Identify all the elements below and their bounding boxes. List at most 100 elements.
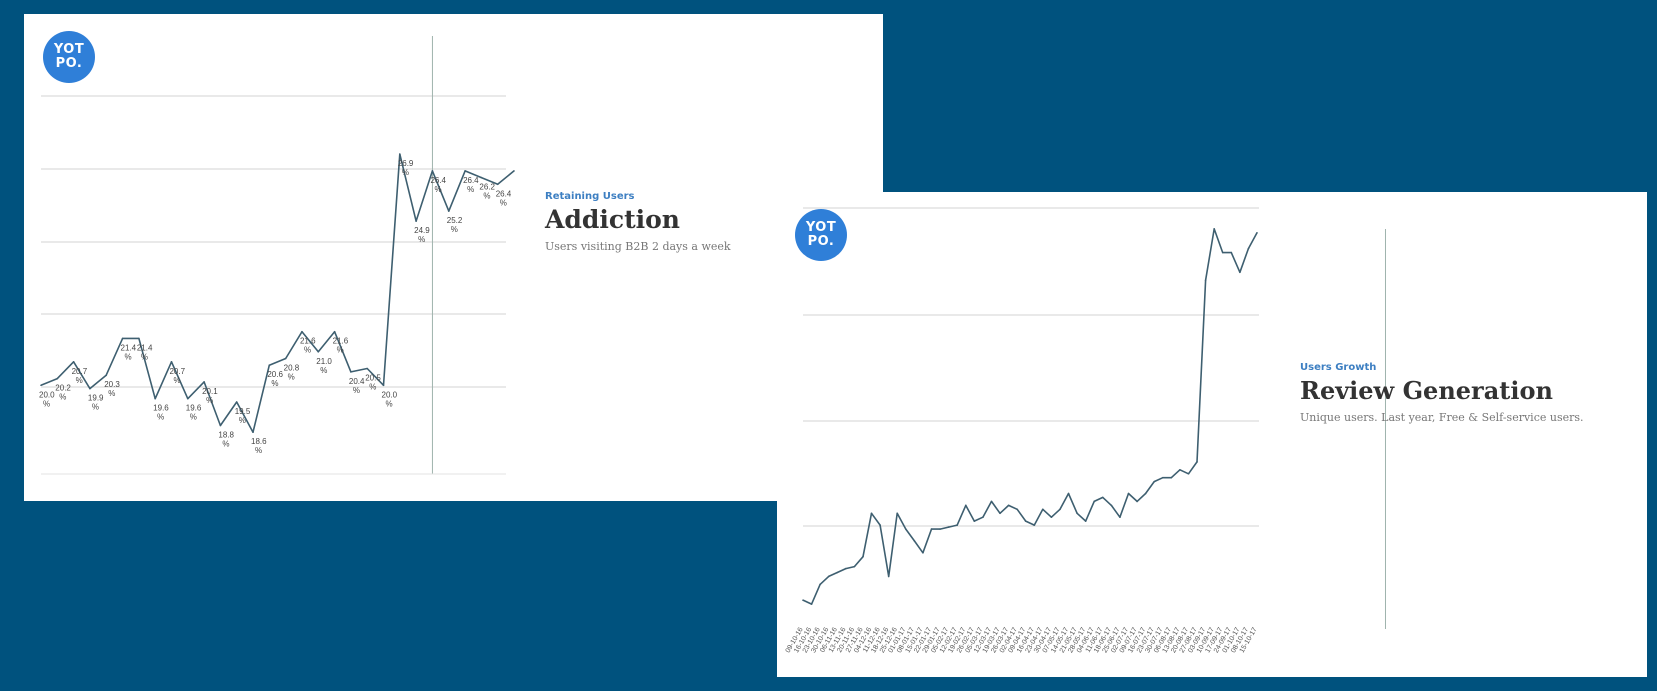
data-label: 26.2 (479, 183, 495, 192)
data-point (922, 551, 924, 554)
data-point (973, 520, 976, 522)
data-point (1084, 520, 1087, 522)
addiction-kicker: Retaining Users (545, 191, 635, 202)
data-label: 19.5 (235, 407, 251, 416)
data-label-unit: % (190, 413, 197, 422)
data-point (1179, 469, 1181, 471)
data-point (366, 367, 369, 370)
data-point (415, 220, 417, 222)
data-point (982, 516, 984, 518)
data-point (447, 210, 450, 212)
data-label-unit: % (141, 352, 148, 361)
data-label-unit: % (222, 439, 229, 448)
data-point (235, 401, 238, 403)
data-point (1213, 228, 1215, 230)
review-generation-kicker: Users Growth (1300, 362, 1377, 373)
data-point (1239, 271, 1241, 274)
data-label-unit: % (206, 396, 213, 405)
data-point (1256, 232, 1258, 234)
data-label-unit: % (288, 372, 295, 381)
data-point (836, 571, 839, 574)
data-point (1093, 500, 1096, 503)
data-point (913, 540, 916, 542)
data-point (990, 500, 993, 503)
data-label: 26.4 (430, 176, 446, 185)
data-label-unit: % (76, 376, 83, 385)
review-generation-caption: Users Growth Review Generation Unique us… (1300, 362, 1584, 424)
data-point (879, 524, 881, 526)
data-label: 26.4 (463, 176, 479, 185)
data-point (170, 361, 173, 363)
data-point (1059, 508, 1061, 511)
data-point (956, 524, 958, 526)
data-label-unit: % (418, 235, 425, 244)
data-point (252, 431, 254, 433)
data-label-unit: % (173, 376, 180, 385)
data-point (1136, 500, 1138, 503)
data-label: 24.9 (414, 226, 430, 235)
data-label: 18.6 (251, 437, 267, 446)
data-label: 21.4 (137, 343, 153, 352)
addiction-subtitle: Users visiting B2B 2 days a week (545, 240, 731, 253)
data-point (1050, 516, 1053, 518)
review-generation-subtitle: Unique users. Last year, Free & Self-ser… (1300, 411, 1584, 424)
data-point (1127, 492, 1130, 495)
addiction-chart: 20.0%20.2%20.7%19.9%20.3%21.4%21.4%19.6%… (39, 36, 515, 475)
data-label: 18.8 (218, 430, 234, 439)
data-label: 19.6 (186, 404, 202, 413)
data-point (904, 528, 907, 530)
data-point (496, 183, 499, 186)
data-point (105, 374, 108, 377)
data-label: 20.8 (284, 363, 300, 372)
data-point (399, 153, 401, 155)
series-line (802, 228, 1258, 605)
data-point (1221, 251, 1224, 254)
data-point (930, 528, 933, 530)
addiction-caption: Retaining Users Addiction Users visiting… (545, 191, 731, 253)
data-point (333, 330, 336, 333)
data-label: 20.4 (349, 377, 365, 386)
data-point (138, 337, 140, 340)
data-point (947, 526, 950, 528)
data-point (1170, 476, 1173, 479)
data-point (40, 384, 42, 387)
data-point (1076, 512, 1078, 515)
data-point (1007, 504, 1010, 507)
data-label: 20.5 (365, 374, 381, 383)
data-point (72, 361, 75, 363)
data-point (845, 567, 847, 570)
data-label-unit: % (434, 185, 441, 194)
data-point (1110, 504, 1113, 507)
data-point (1153, 480, 1156, 483)
data-label: 19.9 (88, 394, 104, 403)
data-label: 19.6 (153, 404, 169, 413)
review-generation-chart: 09-10-1616-10-1623-10-1630-10-1606-11-16… (785, 207, 1386, 654)
data-point (1102, 496, 1104, 499)
data-label-unit: % (125, 352, 132, 361)
data-label-unit: % (369, 383, 376, 392)
review-generation-slide: YOT PO. 09-10-16 16-10-16 23-10-16 30-10-16… (777, 192, 1647, 677)
data-label: 20.7 (72, 367, 88, 376)
data-label-unit: % (43, 399, 50, 408)
data-point (301, 330, 303, 333)
data-point (89, 387, 91, 390)
data-label-unit: % (92, 403, 99, 412)
data-label-unit: % (320, 366, 327, 375)
data-label: 20.1 (202, 387, 218, 396)
data-point (1144, 492, 1147, 495)
data-label: 20.0 (382, 390, 398, 399)
data-label: 20.6 (267, 370, 283, 379)
data-point (1161, 476, 1164, 479)
data-point (862, 555, 864, 558)
data-label: 25.2 (447, 216, 463, 225)
data-label-unit: % (337, 346, 344, 355)
data-label: 20.2 (55, 384, 71, 393)
data-point (1042, 508, 1044, 511)
data-point (431, 170, 434, 172)
data-point (827, 575, 830, 578)
data-point (1196, 461, 1198, 463)
data-label: 26.4 (496, 189, 512, 198)
data-label: 21.4 (121, 343, 137, 352)
data-point (464, 170, 466, 172)
data-point (1187, 472, 1190, 475)
